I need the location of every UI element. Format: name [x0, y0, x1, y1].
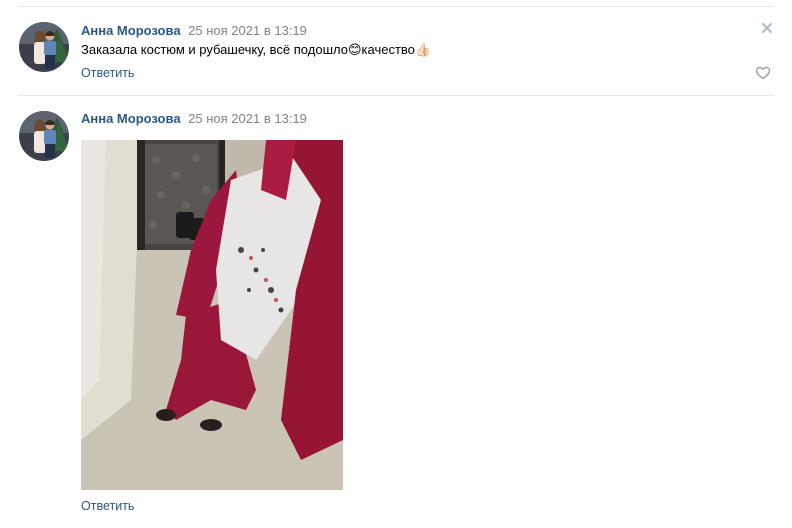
reply-link[interactable]: Ответить [81, 498, 134, 514]
comment-date[interactable]: 25 ноя 2021 в 13:19 [188, 111, 307, 126]
comment-text-main: Заказала костюм и рубашечку, всё подошло [81, 42, 348, 57]
author-name[interactable]: Анна Морозова [81, 111, 181, 126]
comment-date[interactable]: 25 ноя 2021 в 13:19 [188, 23, 307, 38]
author-name[interactable]: Анна Морозова [81, 23, 181, 38]
thumbs-up-emoji-icon: 👍🏻 [414, 42, 432, 57]
photo-attachment[interactable] [81, 140, 343, 490]
comment: Анна Морозова 25 ноя 2021 в 13:19 Заказа… [0, 0, 792, 96]
comment-text-tail: качество [361, 42, 415, 57]
smile-emoji-icon: 😊 [347, 42, 362, 57]
reply-link[interactable]: Ответить [81, 65, 134, 81]
avatar[interactable] [19, 111, 69, 161]
comment-text: Заказала костюм и рубашечку, всё подошло… [81, 42, 431, 58]
close-icon[interactable] [760, 21, 774, 35]
comment: Анна Морозова 25 ноя 2021 в 13:19 Ответи… [0, 96, 792, 528]
avatar[interactable] [19, 22, 69, 72]
comment-meta: Анна Морозова 25 ноя 2021 в 13:19 [81, 23, 307, 39]
heart-icon[interactable] [755, 65, 771, 81]
comment-meta: Анна Морозова 25 ноя 2021 в 13:19 [81, 111, 307, 127]
